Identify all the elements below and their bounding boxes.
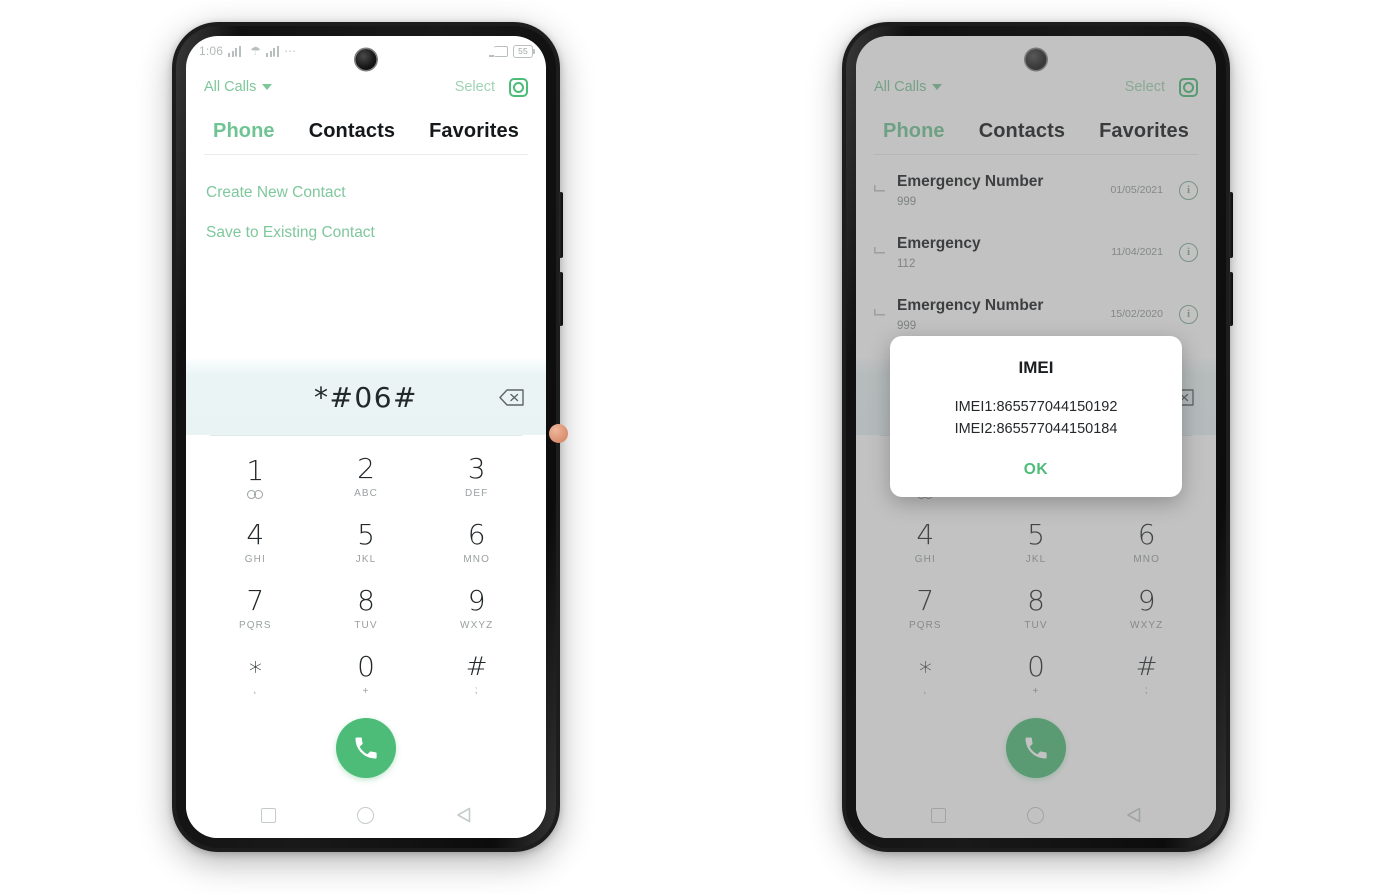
dialer-app-bar: All Calls Select — [186, 66, 546, 108]
key-digit: 9 — [467, 584, 486, 617]
imei1-value: IMEI1:865577044150192 — [954, 399, 1118, 415]
phone-screen-left: 1:06 ☂ ⋯ 55 All Calls Select Phone Conta… — [186, 36, 546, 838]
dialog-ok-button[interactable]: OK — [908, 461, 1164, 483]
backspace-icon[interactable] — [499, 388, 524, 406]
more-dots-icon: ⋯ — [284, 44, 298, 58]
phone-screen-right: All Calls Select Phone Contacts Favorite… — [856, 36, 1216, 838]
key-letters: , — [253, 685, 258, 696]
dialed-number: *#06# — [313, 380, 419, 414]
key-letters: + — [362, 686, 370, 697]
dialpad-row: 4 GHI 5 JKL 6 MNO — [200, 502, 532, 584]
key-digit: ∗ — [247, 652, 264, 682]
select-button[interactable]: Select — [455, 79, 495, 95]
phone-device-left: 1:06 ☂ ⋯ 55 All Calls Select Phone Conta… — [172, 22, 568, 852]
dialog-title: IMEI — [1018, 358, 1054, 377]
dialpad-key-9[interactable]: 9 WXYZ — [421, 576, 532, 642]
key-letters: PQRS — [238, 620, 272, 631]
imei2-value: IMEI2:865577044150184 — [954, 421, 1118, 438]
tab-favorites[interactable]: Favorites — [429, 120, 519, 143]
key-letters: DEF — [465, 488, 489, 499]
dialpad-key-hash[interactable]: # ; — [421, 642, 532, 708]
key-digit: 3 — [467, 452, 486, 485]
chevron-down-icon — [262, 84, 273, 90]
dialpad-key-star[interactable]: ∗ , — [200, 642, 311, 708]
voicemail-icon — [247, 490, 264, 499]
key-digit: 7 — [246, 584, 265, 617]
save-to-existing-contact-button[interactable]: Save to Existing Contact — [206, 213, 526, 253]
dialpad-key-4[interactable]: 4 GHI — [200, 510, 311, 576]
dialpad-key-6[interactable]: 6 MNO — [421, 502, 532, 584]
key-digit: 6 — [467, 518, 486, 551]
dialpad-row: 1 2 ABC 3 DEF — [200, 444, 532, 510]
dial-input-area[interactable]: *#06# — [186, 359, 546, 435]
create-new-contact-button[interactable]: Create New Contact — [206, 173, 526, 213]
dialpad-key-1[interactable]: 1 — [200, 444, 311, 510]
wifi-icon: ☂ — [250, 44, 262, 58]
all-calls-label: All Calls — [204, 79, 257, 95]
key-letters: WXYZ — [460, 620, 494, 631]
dialpad-key-2[interactable]: 2 ABC — [311, 444, 422, 510]
key-digit: 5 — [357, 518, 375, 551]
fingerprint-sensor-dot-left[interactable] — [549, 424, 568, 443]
key-digit: 2 — [357, 452, 375, 485]
dialpad: 1 2 ABC 3 DEF 4 — [186, 436, 546, 708]
dialpad-key-7[interactable]: 7 PQRS — [200, 576, 311, 642]
power-button-left[interactable] — [559, 272, 563, 326]
key-letters: GHI — [244, 554, 266, 565]
dialpad-key-8[interactable]: 8 TUV — [311, 576, 422, 642]
key-digit: 0 — [357, 650, 375, 683]
phone-handset-icon — [355, 737, 377, 759]
battery-indicator: 55 — [513, 44, 535, 58]
front-camera-icon — [355, 49, 377, 70]
status-time: 1:06 — [199, 44, 224, 58]
circle-home-icon[interactable] — [357, 806, 375, 824]
key-letters: ; — [474, 685, 479, 696]
imei-dialog: IMEI IMEI1:865577044150192 IMEI2:8655770… — [890, 336, 1182, 497]
phone-device-right: All Calls Select Phone Contacts Favorite… — [842, 22, 1233, 852]
dialpad-key-3[interactable]: 3 DEF — [421, 444, 532, 510]
call-action-area — [186, 708, 546, 792]
tab-contacts[interactable]: Contacts — [309, 120, 395, 143]
all-calls-filter[interactable]: All Calls — [204, 79, 273, 95]
contact-suggestions: Create New Contact Save to Existing Cont… — [186, 155, 546, 253]
tab-phone[interactable]: Phone — [213, 120, 275, 143]
key-digit: # — [465, 652, 488, 682]
key-digit: 4 — [246, 518, 265, 551]
android-nav-bar — [186, 792, 546, 838]
gear-icon[interactable] — [509, 77, 528, 97]
dialpad-row: ∗ , 0 + # ; — [200, 642, 532, 708]
dual-sim-signal-icon — [228, 45, 246, 57]
key-letters: TUV — [354, 620, 378, 631]
screen-cast-icon — [489, 45, 508, 57]
key-digit: 8 — [357, 584, 375, 617]
dialpad-key-0[interactable]: 0 + — [311, 642, 422, 708]
triangle-back-icon[interactable] — [456, 807, 471, 823]
key-digit: 1 — [246, 454, 265, 487]
screenshot-stage: 1:06 ☂ ⋯ 55 All Calls Select Phone Conta… — [0, 0, 1400, 894]
volume-button-left[interactable] — [559, 192, 563, 258]
tab-bar: Phone Contacts Favorites — [186, 108, 546, 154]
signal-bars-icon — [266, 45, 280, 57]
square-recents-icon[interactable] — [260, 807, 276, 823]
key-letters: MNO — [463, 554, 490, 565]
dialpad-row: 7 PQRS 8 TUV 9 WXYZ — [200, 576, 532, 642]
volume-button-right[interactable] — [1229, 192, 1233, 258]
key-letters: JKL — [355, 554, 377, 565]
power-button-right[interactable] — [1229, 272, 1233, 326]
call-button[interactable] — [336, 718, 396, 778]
dialpad-key-5[interactable]: 5 JKL — [311, 510, 422, 576]
key-letters: ABC — [354, 488, 378, 499]
